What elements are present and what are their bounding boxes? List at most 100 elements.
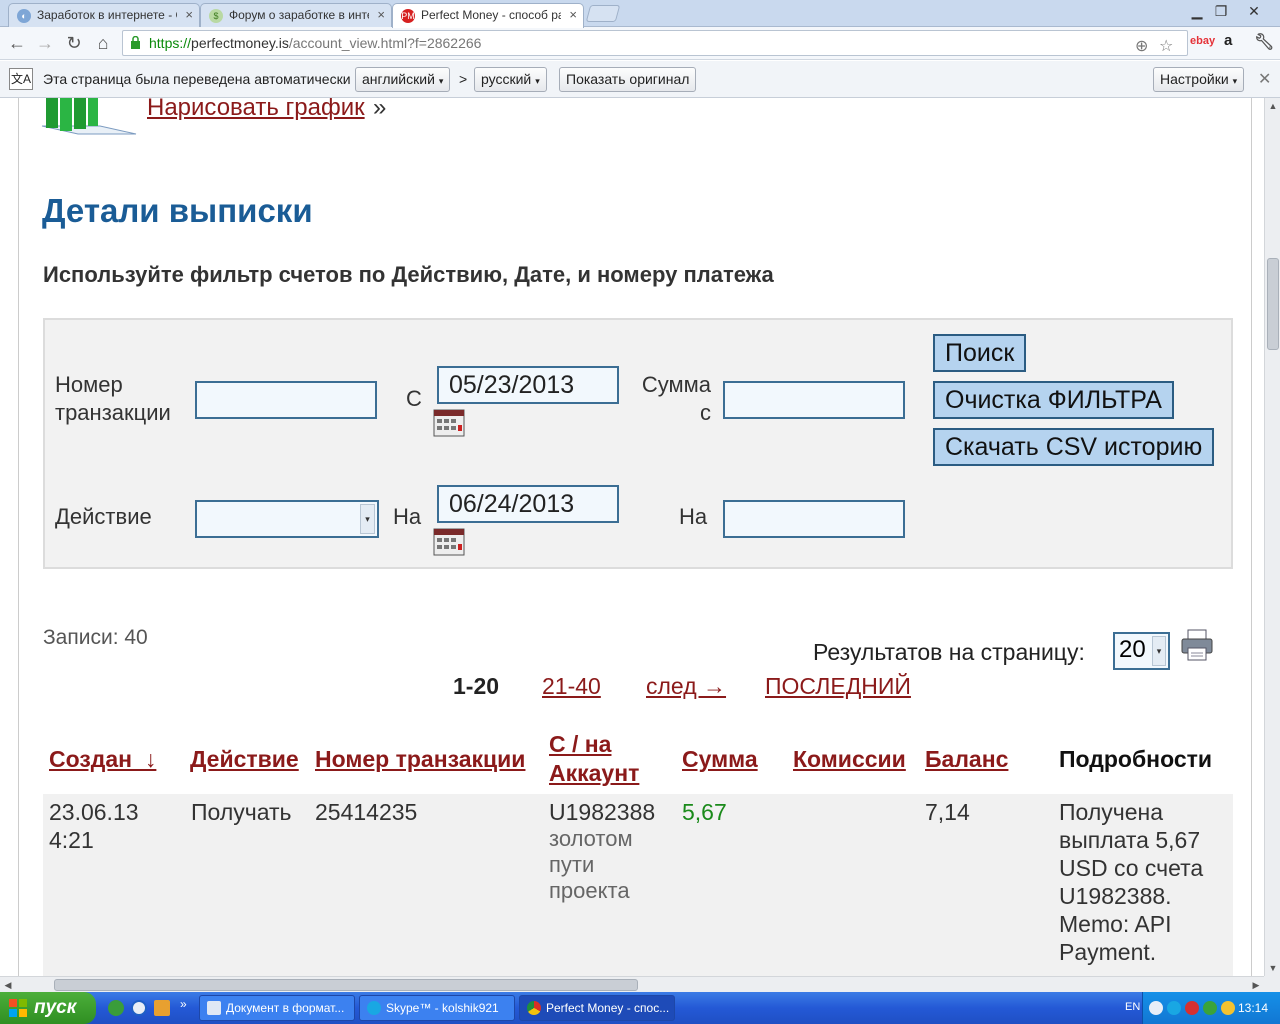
pm-favicon-icon: PM (401, 9, 415, 23)
amount-to-input[interactable] (723, 500, 905, 538)
per-page-select[interactable]: 20 ▾ (1113, 632, 1170, 670)
date-from-input[interactable]: 05/23/2013 (437, 366, 619, 404)
header-balance[interactable]: Баланс (925, 745, 1008, 774)
cell-date: 23.06.13 4:21 (49, 799, 139, 853)
chrome-icon (527, 1001, 541, 1015)
url-scheme: https:// (149, 35, 192, 51)
address-bar[interactable]: https://perfectmoney.is/account_view.htm… (122, 30, 1188, 56)
scroll-left-icon[interactable]: ◀ (0, 977, 16, 993)
content-border-right (1251, 98, 1252, 976)
ebay-extension-icon[interactable]: ebay (1190, 35, 1215, 47)
pager-last-link[interactable]: ПОСЛЕДНИЙ (765, 673, 911, 700)
language-indicator[interactable]: EN (1125, 1001, 1140, 1013)
amount-from-input[interactable] (723, 381, 905, 419)
header-action[interactable]: Действие (190, 745, 299, 774)
horizontal-scrollbar[interactable]: ◀ ▶ (0, 976, 1264, 992)
header-amount[interactable]: Сумма (682, 745, 758, 774)
chevron-down-icon: ▾ (535, 76, 540, 86)
cell-transaction: 25414235 (315, 799, 418, 825)
close-window-icon[interactable]: ✕ (1243, 2, 1265, 20)
quicklaunch-utorrent-icon[interactable] (108, 1000, 124, 1016)
download-csv-button[interactable]: Скачать CSV историю (933, 428, 1215, 466)
tray-back-icon[interactable] (1149, 1001, 1163, 1015)
translate-icon: 文A (9, 68, 33, 90)
close-tab-icon[interactable]: × (569, 7, 577, 22)
pager-link-21-40[interactable]: 21-40 (542, 673, 601, 700)
target-language-select[interactable]: русский ▾ (474, 67, 547, 92)
chevron-down-icon: ▾ (360, 504, 375, 534)
per-page-label: Результатов на страницу: (813, 639, 1085, 665)
clear-filter-button[interactable]: Очистка ФИЛЬТРА (933, 381, 1174, 419)
amazon-extension-icon[interactable]: a (1224, 32, 1232, 49)
close-tab-icon[interactable]: × (377, 7, 385, 22)
home-icon[interactable]: ⌂ (92, 32, 114, 54)
tray-security-icon[interactable] (1221, 1001, 1235, 1015)
quicklaunch-expand-icon[interactable]: » (180, 997, 187, 1011)
scroll-right-icon[interactable]: ▶ (1248, 977, 1264, 993)
quicklaunch-folder-icon[interactable] (154, 1000, 170, 1016)
taskbar-item-skype[interactable]: Skype™ - kolshik921 (359, 995, 515, 1021)
taskbar-item-document[interactable]: Документ в формат... (199, 995, 355, 1021)
action-select[interactable]: ▾ (195, 500, 379, 538)
transaction-number-input[interactable] (195, 381, 377, 419)
tray-skype-icon[interactable] (1167, 1001, 1181, 1015)
windows-flag-icon (9, 999, 27, 1017)
chevron-down-icon: ▾ (1232, 76, 1238, 86)
tray-network-icon[interactable] (1203, 1001, 1217, 1015)
restore-icon[interactable]: ❐ (1210, 2, 1232, 20)
start-button[interactable]: пуск (0, 992, 96, 1024)
draw-chart-link[interactable]: Нарисовать график (147, 98, 365, 122)
scroll-down-icon[interactable]: ▼ (1265, 960, 1280, 976)
header-transaction[interactable]: Номер транзакции (315, 745, 525, 774)
date-from-label: С (406, 386, 422, 411)
forward-icon[interactable]: → (34, 32, 56, 54)
cell-action: Получать (191, 799, 292, 825)
search-button[interactable]: Поиск (933, 334, 1027, 372)
tray-antivirus-icon[interactable] (1185, 1001, 1199, 1015)
chart-icon[interactable] (40, 98, 138, 136)
chevron-down-icon: ▾ (438, 76, 444, 86)
cell-details: Получена выплата 5,67 USD со счета U1982… (1059, 799, 1204, 965)
vertical-scrollbar[interactable]: ▲ ▼ (1264, 98, 1280, 976)
vertical-scroll-thumb[interactable] (1267, 258, 1279, 350)
minimize-icon[interactable]: ▁ (1186, 2, 1208, 20)
translate-bar: 文A Эта страница была переведена автомати… (0, 61, 1280, 98)
header-details: Подробности (1059, 746, 1213, 772)
bookmark-star-icon[interactable]: ☆ (1159, 35, 1173, 59)
document-icon (207, 1001, 221, 1015)
back-icon[interactable]: ← (6, 32, 28, 54)
cell-balance: 7,14 (925, 799, 970, 825)
pager-next-link[interactable]: след → (646, 673, 726, 700)
content-border-left (18, 98, 19, 976)
horizontal-scroll-thumb[interactable] (54, 979, 638, 991)
header-account[interactable]: С / на Аккаунт (549, 730, 639, 788)
filter-hint: Используйте фильтр счетов по Действию, Д… (43, 262, 774, 287)
amount-to-label: На (679, 504, 708, 529)
tab-1[interactable]: ◐ Заработок в интернете - С × (8, 3, 200, 27)
new-tab-button[interactable] (585, 5, 621, 22)
wrench-menu-icon[interactable]: 🔧︎ (1254, 32, 1274, 52)
filter-panel: Номер транзакции С 05/23/2013 Сумма с По… (43, 318, 1233, 569)
browser-toolbar: ← → ↻ ⌂ https://perfectmoney.is/account_… (0, 27, 1280, 60)
translate-settings-button[interactable]: Настройки ▾ (1153, 67, 1245, 92)
show-original-button[interactable]: Показать оригинал (559, 67, 697, 92)
header-fees[interactable]: Комиссии (793, 745, 906, 774)
date-to-input[interactable]: 06/24/2013 (437, 485, 619, 523)
lock-icon (131, 36, 140, 49)
taskbar-item-chrome[interactable]: Perfect Money - спос... (519, 995, 675, 1021)
scroll-up-icon[interactable]: ▲ (1265, 98, 1280, 114)
source-language-select[interactable]: английский ▾ (355, 67, 451, 92)
reload-icon[interactable]: ↻ (63, 32, 85, 54)
header-created-sort[interactable]: Создан_↓ (49, 745, 156, 774)
tab-2[interactable]: $ Форум о заработке в интер × (200, 3, 392, 27)
tab-3-active[interactable]: PM Perfect Money - способ раз × (392, 3, 584, 28)
close-translate-icon[interactable]: ✕ (1258, 69, 1271, 89)
date-to-label: На (393, 504, 422, 529)
close-tab-icon[interactable]: × (185, 7, 193, 22)
calendar-icon[interactable] (433, 409, 465, 437)
calendar-icon[interactable] (433, 528, 465, 556)
quicklaunch-browser-icon[interactable] (131, 1000, 147, 1016)
system-tray: 13:14 (1142, 992, 1280, 1024)
zoom-icon[interactable]: ⊕ (1135, 35, 1148, 59)
print-icon[interactable] (1180, 628, 1214, 662)
